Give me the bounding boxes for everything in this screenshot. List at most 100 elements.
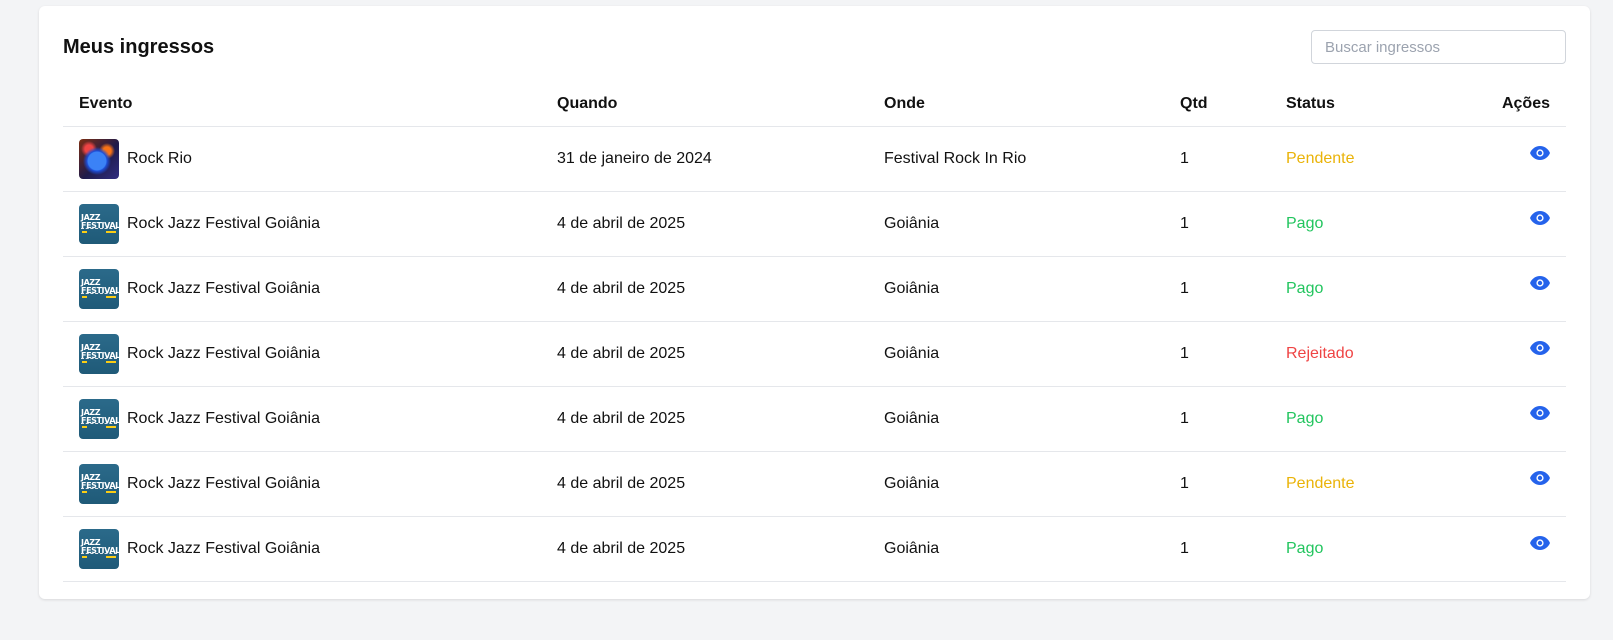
thumbnail-decoration (106, 491, 116, 493)
eye-icon (1530, 341, 1550, 356)
cell-quando: 31 de janeiro de 2024 (557, 126, 884, 192)
cell-onde: Goiânia (884, 451, 1180, 517)
cell-acoes (1474, 516, 1566, 582)
view-ticket-button[interactable] (1530, 471, 1550, 488)
cell-evento: JAZZ FESTIVAL Rock Jazz Festival Goiânia (63, 451, 557, 517)
eye-icon (1530, 406, 1550, 421)
table-row: JAZZ FESTIVAL Rock Jazz Festival Goiânia 4… (63, 321, 1566, 387)
card-header: Meus ingressos (63, 30, 1566, 64)
cell-quando: 4 de abril de 2025 (557, 256, 884, 322)
cell-evento: JAZZ FESTIVAL Rock Jazz Festival Goiânia (63, 256, 557, 322)
eye-icon (1530, 146, 1550, 161)
event-thumbnail: JAZZ FESTIVAL (79, 269, 119, 309)
eye-icon (1530, 536, 1550, 551)
column-header-onde: Onde (884, 82, 1180, 127)
thumbnail-decoration (106, 231, 116, 233)
table-row: Rock Rio 31 de janeiro de 2024 Festival Ro… (63, 126, 1566, 192)
tickets-card: Meus ingressos Evento Quando Onde Qtd St… (39, 6, 1590, 599)
cell-status: Pago (1286, 386, 1474, 452)
cell-evento: JAZZ FESTIVAL Rock Jazz Festival Goiânia (63, 516, 557, 582)
cell-quando: 4 de abril de 2025 (557, 516, 884, 582)
thumbnail-decoration (82, 556, 87, 558)
thumbnail-decoration (106, 361, 116, 363)
cell-status: Pago (1286, 191, 1474, 257)
thumbnail-decoration (82, 491, 87, 493)
status-badge: Rejeitado (1286, 345, 1354, 362)
cell-onde: Goiânia (884, 516, 1180, 582)
event-name: Rock Jazz Festival Goiânia (127, 410, 320, 427)
event-name: Rock Jazz Festival Goiânia (127, 475, 320, 492)
cell-acoes (1474, 126, 1566, 192)
event-name: Rock Rio (127, 150, 192, 167)
cell-onde: Goiânia (884, 386, 1180, 452)
cell-status: Pago (1286, 256, 1474, 322)
cell-acoes (1474, 386, 1566, 452)
cell-qtd: 1 (1180, 321, 1286, 387)
cell-qtd: 1 (1180, 256, 1286, 322)
column-header-evento: Evento (63, 82, 557, 127)
view-ticket-button[interactable] (1530, 536, 1550, 553)
event-thumbnail: JAZZ FESTIVAL (79, 334, 119, 374)
thumbnail-decoration (82, 296, 87, 298)
cell-status: Pendente (1286, 451, 1474, 517)
column-header-status: Status (1286, 82, 1474, 127)
tickets-table: Evento Quando Onde Qtd Status Ações Rock… (63, 82, 1566, 582)
event-name: Rock Jazz Festival Goiânia (127, 215, 320, 232)
column-header-qtd: Qtd (1180, 82, 1286, 127)
table-row: JAZZ FESTIVAL Rock Jazz Festival Goiânia 4… (63, 386, 1566, 452)
cell-qtd: 1 (1180, 386, 1286, 452)
cell-status: Rejeitado (1286, 321, 1474, 387)
event-thumbnail: JAZZ FESTIVAL (79, 204, 119, 244)
event-info: JAZZ FESTIVAL Rock Jazz Festival Goiânia (79, 464, 557, 504)
view-ticket-button[interactable] (1530, 276, 1550, 293)
cell-onde: Goiânia (884, 256, 1180, 322)
cell-quando: 4 de abril de 2025 (557, 191, 884, 257)
cell-acoes (1474, 256, 1566, 322)
status-badge: Pago (1286, 280, 1324, 297)
cell-quando: 4 de abril de 2025 (557, 386, 884, 452)
status-badge: Pendente (1286, 150, 1355, 167)
view-ticket-button[interactable] (1530, 341, 1550, 358)
search-input[interactable] (1311, 30, 1566, 64)
event-info: JAZZ FESTIVAL Rock Jazz Festival Goiânia (79, 269, 557, 309)
thumbnail-decoration (82, 361, 87, 363)
table-row: JAZZ FESTIVAL Rock Jazz Festival Goiânia 4… (63, 516, 1566, 582)
view-ticket-button[interactable] (1530, 406, 1550, 423)
table-header-row: Evento Quando Onde Qtd Status Ações (63, 82, 1566, 127)
cell-quando: 4 de abril de 2025 (557, 451, 884, 517)
view-ticket-button[interactable] (1530, 146, 1550, 163)
cell-qtd: 1 (1180, 451, 1286, 517)
cell-qtd: 1 (1180, 191, 1286, 257)
cell-quando: 4 de abril de 2025 (557, 321, 884, 387)
cell-status: Pago (1286, 516, 1474, 582)
event-thumbnail: JAZZ FESTIVAL (79, 399, 119, 439)
cell-acoes (1474, 191, 1566, 257)
status-badge: Pendente (1286, 475, 1355, 492)
cell-acoes (1474, 321, 1566, 387)
cell-onde: Goiânia (884, 191, 1180, 257)
page-title: Meus ingressos (63, 35, 215, 58)
cell-evento: JAZZ FESTIVAL Rock Jazz Festival Goiânia (63, 386, 557, 452)
status-badge: Pago (1286, 215, 1324, 232)
column-header-acoes: Ações (1474, 82, 1566, 127)
view-ticket-button[interactable] (1530, 211, 1550, 228)
thumbnail-decoration (82, 231, 87, 233)
event-thumbnail: JAZZ FESTIVAL (79, 529, 119, 569)
thumbnail-decoration (106, 296, 116, 298)
event-info: JAZZ FESTIVAL Rock Jazz Festival Goiânia (79, 529, 557, 569)
event-info: JAZZ FESTIVAL Rock Jazz Festival Goiânia (79, 334, 557, 374)
cell-status: Pendente (1286, 126, 1474, 192)
cell-acoes (1474, 451, 1566, 517)
thumbnail-decoration (106, 426, 116, 428)
event-name: Rock Jazz Festival Goiânia (127, 280, 320, 297)
thumbnail-decoration (106, 556, 116, 558)
event-thumbnail: JAZZ FESTIVAL (79, 464, 119, 504)
event-info: JAZZ FESTIVAL Rock Jazz Festival Goiânia (79, 399, 557, 439)
cell-onde: Festival Rock In Rio (884, 126, 1180, 192)
table-row: JAZZ FESTIVAL Rock Jazz Festival Goiânia 4… (63, 191, 1566, 257)
table-row: JAZZ FESTIVAL Rock Jazz Festival Goiânia 4… (63, 451, 1566, 517)
event-name: Rock Jazz Festival Goiânia (127, 345, 320, 362)
status-badge: Pago (1286, 410, 1324, 427)
event-name: Rock Jazz Festival Goiânia (127, 540, 320, 557)
column-header-quando: Quando (557, 82, 884, 127)
